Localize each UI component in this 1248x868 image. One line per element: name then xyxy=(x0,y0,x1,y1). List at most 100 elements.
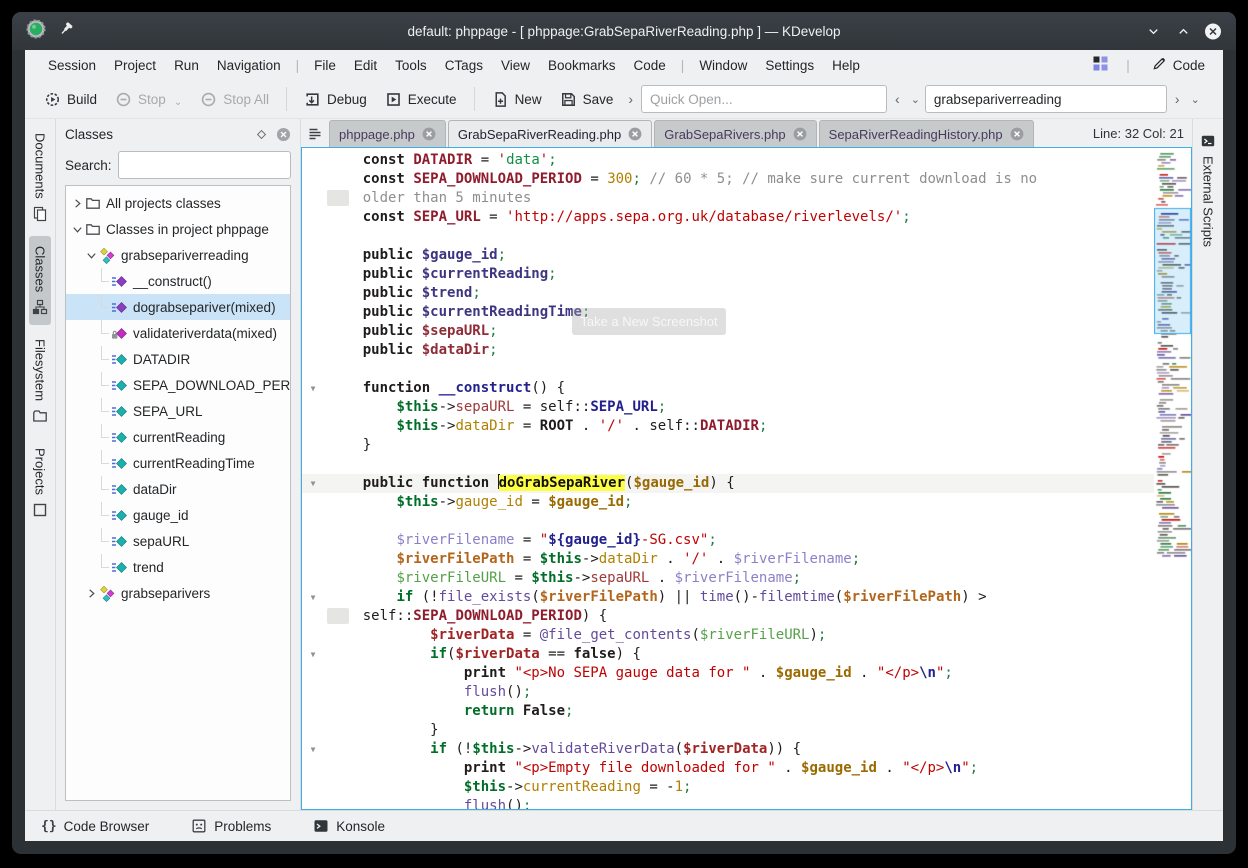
toolview-button-code-browser[interactable]: {}Code Browser xyxy=(41,819,149,834)
menu-item-view[interactable]: View xyxy=(492,55,539,76)
tab-close-icon[interactable] xyxy=(628,127,642,141)
tree-item-datadir[interactable]: DATADIR xyxy=(66,346,290,372)
code-line-35[interactable]: flush(); xyxy=(302,797,1154,809)
code-line-9[interactable]: public $currentReadingTime; xyxy=(302,303,1154,322)
tree-item-gauge-id[interactable]: gauge_id xyxy=(66,502,290,528)
tree-item-sepaurl[interactable]: sepaURL xyxy=(66,528,290,554)
code-line-17[interactable] xyxy=(302,455,1154,474)
code-line-31[interactable]: } xyxy=(302,721,1154,740)
code-line-32[interactable]: ▼ if (!$this->validateRiverData($riverDa… xyxy=(302,740,1154,759)
code-line-18[interactable]: ▼ public function doGrabSepaRiver($gauge… xyxy=(302,474,1154,493)
tree-item-all-projects-classes[interactable]: All projects classes xyxy=(66,190,290,216)
menu-item-run[interactable]: Run xyxy=(165,55,208,76)
tree-item-grabseparivers[interactable]: grabseparivers xyxy=(66,580,290,606)
editor-tab-phppage-php[interactable]: phppage.php xyxy=(329,120,446,147)
build-button[interactable]: Build xyxy=(35,86,106,113)
document-list-icon[interactable] xyxy=(303,126,329,147)
tree-item-grabsepariverreading[interactable]: grabsepariverreading xyxy=(66,242,290,268)
menu-item-code[interactable]: Code xyxy=(625,55,675,76)
code-line-24[interactable]: ▼ if (!file_exists($riverFilePath) || ti… xyxy=(302,588,1154,607)
float-panel-icon[interactable] xyxy=(255,128,268,141)
code-line-8[interactable]: public $trend; xyxy=(302,284,1154,303)
menu-item-edit[interactable]: Edit xyxy=(345,55,386,76)
titlebar[interactable]: default: phppage - [ phppage:GrabSepaRiv… xyxy=(12,12,1236,50)
dock-tab-documents[interactable]: Documents xyxy=(29,123,51,232)
classes-search-input[interactable] xyxy=(118,151,291,179)
dock-tab-projects[interactable]: Projects xyxy=(29,438,51,528)
tree-item-construct[interactable]: __construct() xyxy=(66,268,290,294)
menu-item-session[interactable]: Session xyxy=(39,55,105,76)
expand-arrow-icon[interactable] xyxy=(84,587,99,600)
editor-tab-grabsepariverreading-php[interactable]: GrabSepaRiverReading.php xyxy=(448,120,652,147)
execute-button[interactable]: Execute xyxy=(376,86,466,113)
tree-item-datadir[interactable]: dataDir xyxy=(66,476,290,502)
menu-item-ctags[interactable]: CTags xyxy=(436,55,492,76)
code-line-11[interactable]: public $dataDir; xyxy=(302,341,1154,360)
fold-marker-icon[interactable]: ▼ xyxy=(302,588,324,607)
code-line-12[interactable] xyxy=(302,360,1154,379)
code-line-4[interactable]: const SEPA_URL = 'http://apps.sepa.org.u… xyxy=(302,208,1154,227)
tree-item-trend[interactable]: trend xyxy=(66,554,290,580)
tree-item-currentreading[interactable]: currentReading xyxy=(66,424,290,450)
tree-item-validateriverdata-mixed[interactable]: validateriverdata(mixed) xyxy=(66,320,290,346)
code-line-19[interactable]: $this->gauge_id = $gauge_id; xyxy=(302,493,1154,512)
tab-close-icon[interactable] xyxy=(1010,127,1024,141)
code-line-26[interactable]: $riverData = @file_get_contents($riverFi… xyxy=(302,626,1154,645)
code-line-5[interactable] xyxy=(302,227,1154,246)
history-dropdown-icon[interactable]: ⌄ xyxy=(908,93,923,106)
code-editor[interactable]: const DATADIR = 'data'; const SEPA_DOWNL… xyxy=(301,147,1192,810)
code-line-27[interactable]: ▼ if($riverData == false) { xyxy=(302,645,1154,664)
editor-tab-separiverreadinghistory-php[interactable]: SepaRiverReadingHistory.php xyxy=(819,120,1034,147)
tab-close-icon[interactable] xyxy=(422,127,436,141)
close-button[interactable] xyxy=(1204,22,1222,40)
menu-item-navigation[interactable]: Navigation xyxy=(208,55,290,76)
perspective-grid-icon[interactable] xyxy=(1093,56,1108,74)
maximize-button[interactable] xyxy=(1174,22,1192,40)
menu-item-tools[interactable]: Tools xyxy=(386,55,436,76)
search-forward-icon[interactable]: › xyxy=(1169,91,1186,107)
search-dropdown-icon[interactable]: ⌄ xyxy=(1188,93,1203,106)
fold-marker-icon[interactable]: ▼ xyxy=(302,379,324,398)
code-line-23[interactable]: $riverFileURL = $this->sepaURL . $riverF… xyxy=(302,569,1154,588)
quick-open-input[interactable] xyxy=(641,85,887,113)
tab-close-icon[interactable] xyxy=(793,127,807,141)
toolbar-overflow-icon[interactable]: › xyxy=(622,91,639,107)
history-back-icon[interactable]: ‹ xyxy=(889,91,906,107)
menu-item-project[interactable]: Project xyxy=(105,55,165,76)
code-line-15[interactable]: $this->dataDir = ROOT . '/' . self::DATA… xyxy=(302,417,1154,436)
menu-item-help[interactable]: Help xyxy=(823,55,869,76)
pin-icon[interactable] xyxy=(58,21,74,42)
menu-item-window[interactable]: Window xyxy=(690,55,756,76)
code-line-22[interactable]: $riverFilePath = $this->dataDir . '/' . … xyxy=(302,550,1154,569)
debug-button[interactable]: Debug xyxy=(295,86,376,113)
fold-marker-icon[interactable]: ▼ xyxy=(302,740,324,759)
code-line-28[interactable]: print "<p>No SEPA gauge data for " . $ga… xyxy=(302,664,1154,683)
minimize-button[interactable] xyxy=(1144,22,1162,40)
save-button[interactable]: Save xyxy=(551,86,623,113)
toolview-button-konsole[interactable]: Konsole xyxy=(313,818,385,834)
code-line-21[interactable]: $riverFilename = "${gauge_id}-SG.csv"; xyxy=(302,531,1154,550)
collapse-arrow-icon[interactable] xyxy=(70,223,85,236)
dock-tab-external-scripts[interactable]: External Scripts xyxy=(1197,123,1219,257)
code-line-20[interactable] xyxy=(302,512,1154,531)
tree-item-sepa-download-period[interactable]: SEPA_DOWNLOAD_PERIOD xyxy=(66,372,290,398)
dock-tab-filesystem[interactable]: Filesystem xyxy=(29,329,51,434)
toolview-button-problems[interactable]: Problems xyxy=(191,818,271,834)
code-line-1[interactable]: const DATADIR = 'data'; xyxy=(302,151,1154,170)
code-line-25[interactable]: self::SEPA_DOWNLOAD_PERIOD) { xyxy=(302,607,1154,626)
code-line-29[interactable]: flush(); xyxy=(302,683,1154,702)
tree-item-classes-in-project-phppage[interactable]: Classes in project phppage xyxy=(66,216,290,242)
fold-marker-icon[interactable]: ▼ xyxy=(302,474,324,493)
code-line-13[interactable]: ▼ function __construct() { xyxy=(302,379,1154,398)
menu-item-file[interactable]: File xyxy=(305,55,345,76)
minimap-scrollbar[interactable] xyxy=(1154,148,1191,809)
tree-item-dograbsepariver-mixed[interactable]: dograbsepariver(mixed) xyxy=(66,294,290,320)
code-line-3[interactable]: older than 5 minutes xyxy=(302,189,1154,208)
collapse-arrow-icon[interactable] xyxy=(84,249,99,262)
new-button[interactable]: New xyxy=(483,86,551,113)
close-panel-icon[interactable] xyxy=(276,127,291,142)
code-line-30[interactable]: return False; xyxy=(302,702,1154,721)
code-line-7[interactable]: public $currentReading; xyxy=(302,265,1154,284)
toolbar-search-input[interactable] xyxy=(925,85,1167,113)
code-mode-button[interactable]: Code xyxy=(1148,53,1209,77)
